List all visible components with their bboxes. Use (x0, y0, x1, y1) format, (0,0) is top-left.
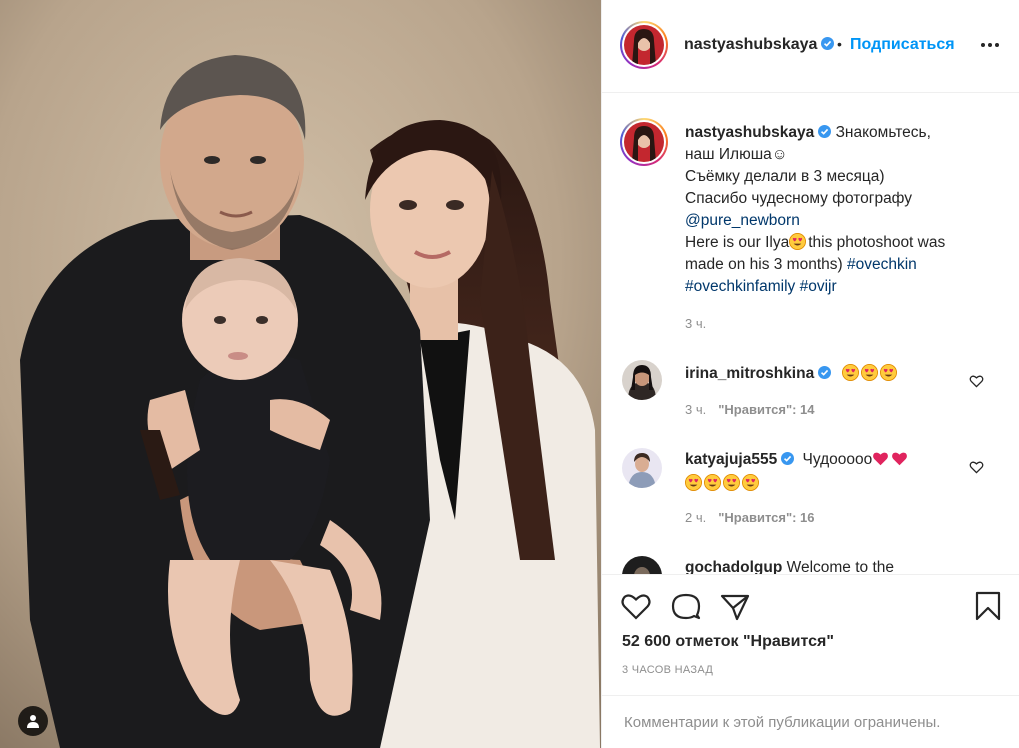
commenter-avatar-image (622, 360, 662, 400)
heart-eyes-emoji-icon (723, 474, 740, 491)
heart-eyes-emoji-icon (685, 474, 702, 491)
likes-count[interactable]: 52 600 отметок "Нравится" (622, 633, 834, 651)
heart-eyes-emoji-icon (879, 364, 897, 381)
comment-1-likes[interactable]: "Нравится": 14 (718, 402, 814, 417)
post-photo[interactable] (0, 0, 601, 748)
heart-eyes-emoji-icon (789, 233, 807, 250)
verified-icon (818, 366, 832, 379)
hashtag-ovechkin[interactable]: #ovechkin (847, 256, 917, 273)
comment-3-text: Welcome to the (786, 559, 895, 574)
commenter-avatar[interactable] (622, 448, 662, 488)
comment-1-time[interactable]: 3 ч. (685, 402, 706, 417)
heart-eyes-emoji-icon (742, 474, 759, 491)
comments-list[interactable]: nastyashubskaya Знакомьтесь, наш Илюша☺ … (602, 94, 1019, 574)
verified-icon (821, 37, 835, 50)
caption-time[interactable]: 3 ч. (685, 316, 706, 331)
author-username[interactable]: nastyashubskaya (684, 36, 835, 54)
tag-person-icon (27, 715, 39, 728)
comment-2-meta: 2 ч. "Нравится": 16 (685, 510, 815, 525)
heart-eyes-emoji-icon (841, 364, 859, 381)
hashtag-ovijr[interactable]: #ovijr (800, 278, 837, 295)
caption-line5b: this photoshoot was (808, 234, 946, 251)
save-bookmark-icon[interactable] (972, 591, 1004, 621)
comment-1-username[interactable]: irina_mitroshkina (685, 365, 814, 382)
caption-line3: Съёмку делали в 3 месяца) (685, 168, 885, 185)
author-avatar[interactable] (620, 21, 668, 69)
caption-line6a: made on his 3 months) (685, 256, 843, 273)
comment-1-meta: 3 ч. "Нравится": 14 (685, 402, 815, 417)
caption-line1: Знакомьтесь, (835, 124, 931, 141)
caption-avatar[interactable] (620, 118, 668, 166)
heart-eyes-emoji-icon (860, 364, 878, 381)
author-avatar-image (624, 25, 664, 65)
verified-icon (818, 125, 832, 138)
red-heart-emoji-icon (892, 452, 908, 466)
comment-1-like-icon[interactable] (969, 374, 984, 388)
post-timestamp[interactable]: 3 ЧАСОВ НАЗАД (622, 664, 713, 676)
comment-2: katyajuja555 Чудооооо (685, 448, 955, 496)
post-actions-section: 52 600 отметок "Нравится" 3 ЧАСОВ НАЗАД … (602, 574, 1019, 748)
comment-2-text: Чудооооо (802, 451, 873, 468)
comment-1-emojis (841, 364, 899, 382)
comments-limited-notice: Комментарии к этой публикации ограничены… (602, 695, 1019, 748)
share-icon[interactable] (719, 591, 751, 621)
comment-2-time[interactable]: 2 ч. (685, 510, 706, 525)
caption-avatar-image (624, 122, 664, 162)
author-username-text[interactable]: nastyashubskaya (684, 36, 817, 53)
comment-2-username[interactable]: katyajuja555 (685, 451, 777, 468)
post-header: nastyashubskaya • Подписаться (602, 0, 1019, 93)
caption-mention-link[interactable]: @pure_newborn (685, 212, 800, 229)
comment-3: gochadolgup Welcome to the (685, 556, 955, 574)
caption-line4: Спасибо чудесному фотографу (685, 190, 913, 207)
commenter-avatar[interactable] (622, 556, 662, 574)
tag-person-button[interactable] (18, 706, 48, 736)
comment-2-likes[interactable]: "Нравится": 16 (718, 510, 814, 525)
comment-2-like-icon[interactable] (969, 460, 984, 474)
comment-3-username[interactable]: gochadolgup (685, 559, 782, 574)
post-side-panel: nastyashubskaya • Подписаться nastyashub… (601, 0, 1019, 748)
like-heart-icon[interactable] (620, 591, 652, 621)
follow-button[interactable]: Подписаться (850, 36, 955, 54)
caption-line2: наш Илюша☺ (685, 146, 788, 163)
red-heart-emoji-icon (873, 452, 889, 466)
separator-dot: • (837, 36, 842, 52)
comments-limited-text: Комментарии к этой публикации ограничены… (624, 714, 941, 731)
comment-icon[interactable] (670, 591, 702, 621)
caption-username[interactable]: nastyashubskaya (685, 124, 814, 141)
commenter-avatar-image (622, 448, 662, 488)
commenter-avatar-image (622, 556, 662, 574)
heart-eyes-emoji-icon (704, 474, 721, 491)
comment-1: irina_mitroshkina (685, 362, 955, 386)
more-options-icon[interactable] (978, 36, 1002, 54)
family-photo-illustration (0, 0, 601, 748)
commenter-avatar[interactable] (622, 360, 662, 400)
post-caption: nastyashubskaya Знакомьтесь, наш Илюша☺ … (685, 122, 985, 298)
caption-line5a: Here is our Ilya (685, 234, 790, 251)
hashtag-ovechkinfamily[interactable]: #ovechkinfamily (685, 278, 795, 295)
verified-icon (781, 452, 795, 465)
